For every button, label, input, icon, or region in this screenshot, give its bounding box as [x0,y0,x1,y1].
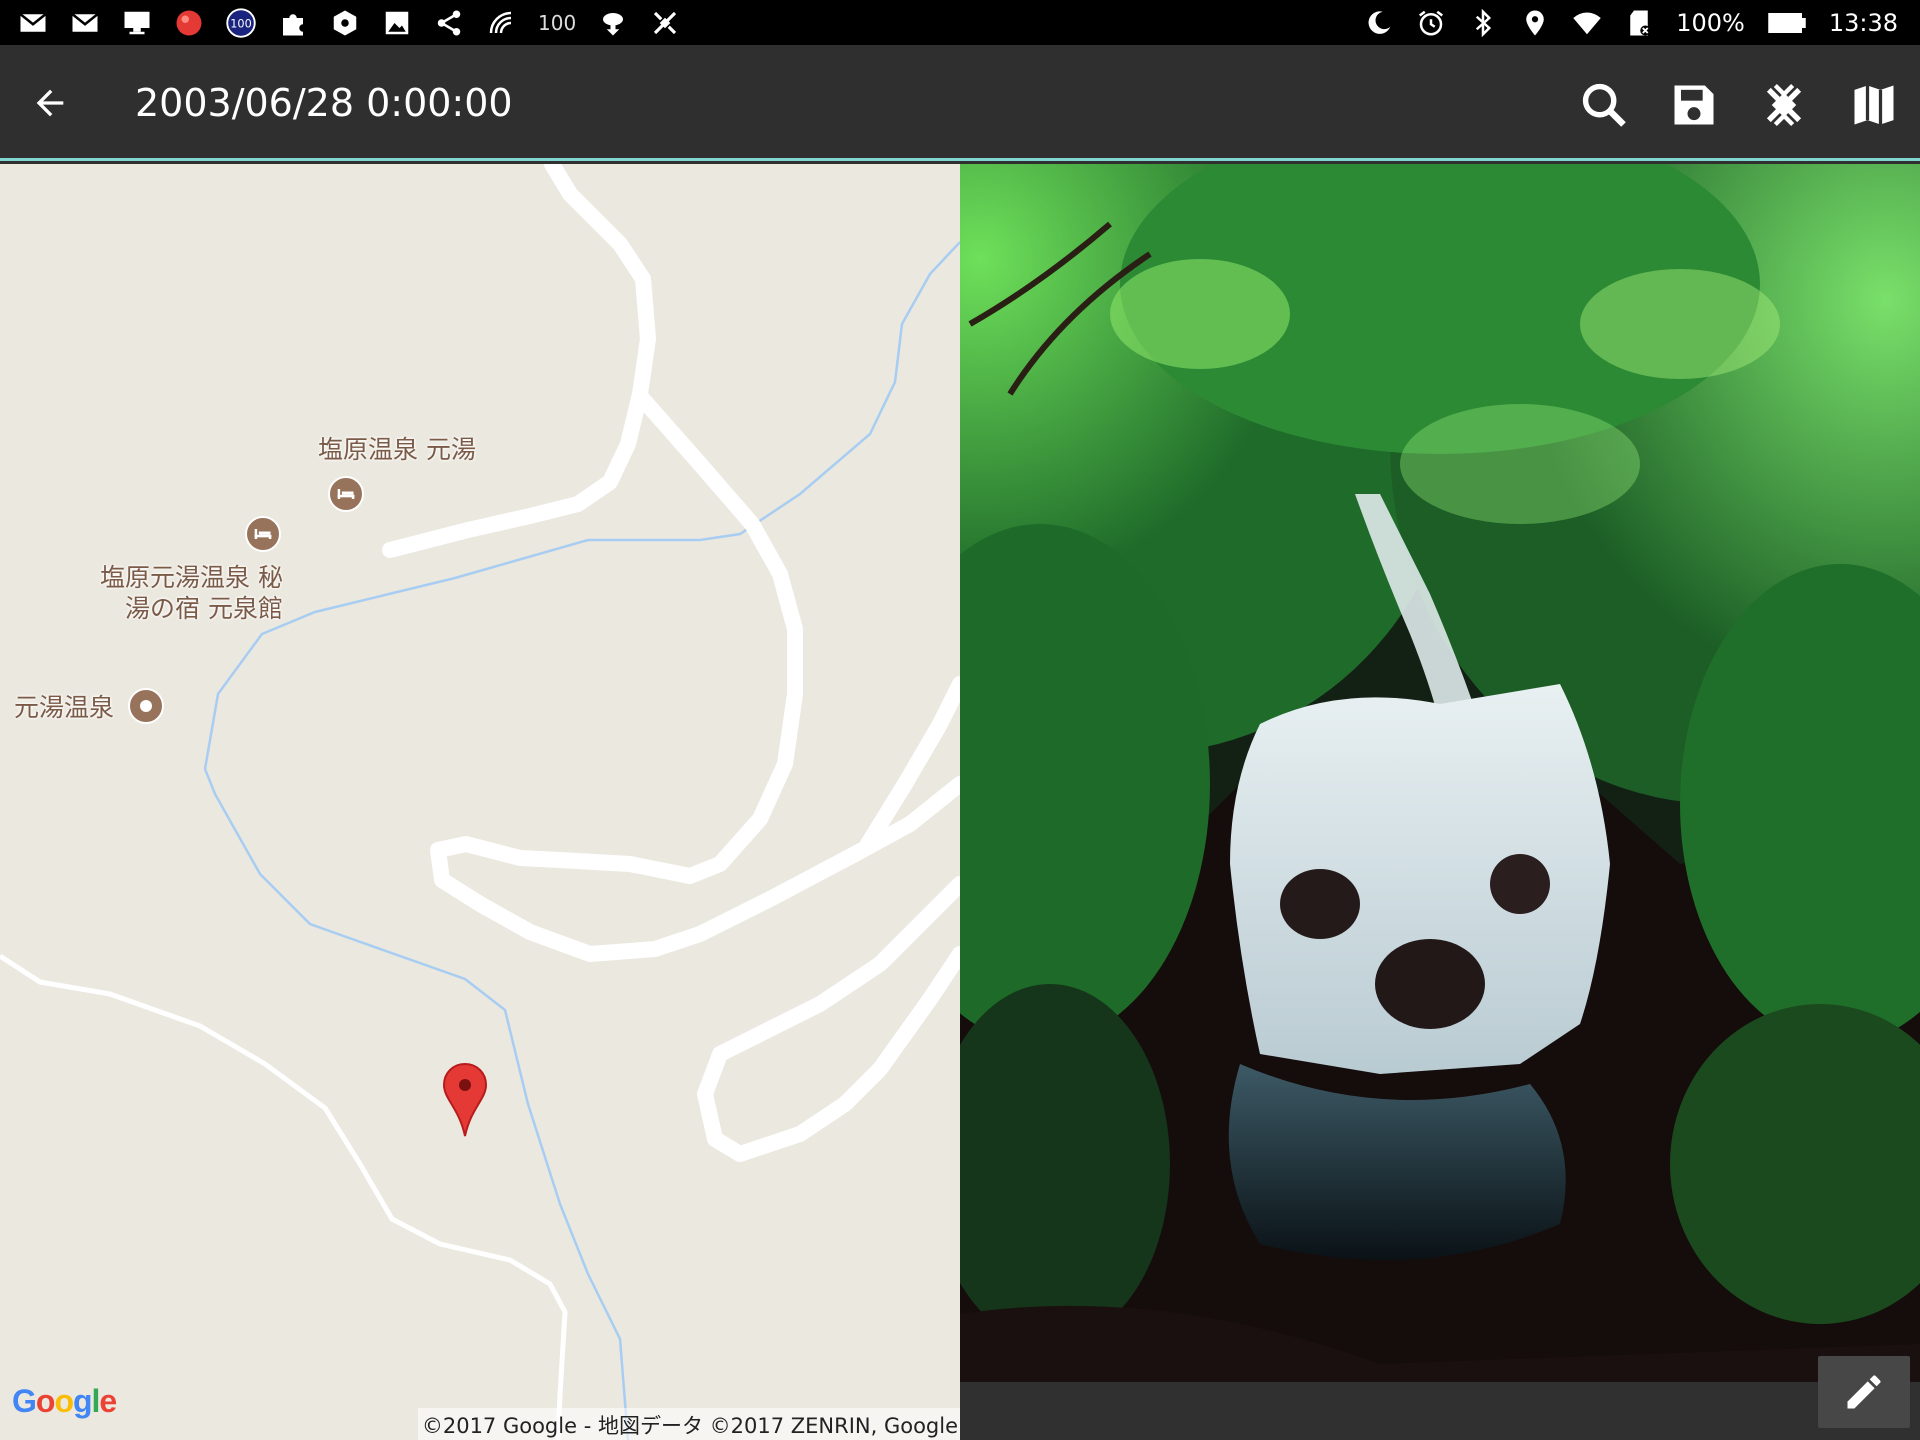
satellite-icon [650,8,680,38]
waterfall-forest-photo[interactable] [960,164,1920,1382]
clock: 13:38 [1828,8,1898,37]
dot-icon [140,700,152,712]
hexagon-icon [330,8,360,38]
gps-off-button[interactable] [1754,75,1814,135]
badge-100-icon: 100 [226,7,256,38]
save-button[interactable] [1664,75,1724,135]
search-icon [1582,83,1626,127]
poi-label-line: 湯の宿 元泉館 [125,594,283,623]
back-button[interactable] [22,75,78,131]
cloud-download-icon [598,8,628,38]
page-title: 2003/06/28 0:00:00 [135,81,513,125]
map-icon [1854,85,1894,125]
map-button[interactable] [1844,75,1904,135]
google-logo-letter: o [35,1383,56,1419]
location-pin-marker[interactable] [442,1062,488,1142]
poi-label-line: 塩原元湯温泉 秘 [100,563,283,592]
save-icon [1674,85,1714,125]
hotel-poi-marker[interactable] [245,516,281,552]
status-bar: 100 100 100% 13:38 [0,0,1920,45]
google-logo: Google [12,1383,117,1420]
signal-wave-icon [486,8,516,38]
pencil-icon [1847,1375,1881,1409]
sd-card-icon [1624,8,1654,38]
gmail-icon [18,8,48,38]
map-roads [0,164,960,1440]
poi-label-motoyu-onsen[interactable]: 元湯温泉 [14,692,114,723]
poi-label-shiobara-motoyu[interactable]: 塩原温泉 元湯 [318,434,476,465]
battery-icon [1767,8,1807,38]
gmail-icon [70,8,100,38]
map-pin-icon [442,1062,488,1137]
poi-dot-marker[interactable] [128,688,164,724]
location-icon [1520,8,1550,38]
gps-off-icon [1766,83,1802,127]
google-logo-letter: G [12,1383,37,1419]
bed-icon [337,489,355,499]
app-toolbar: 2003/06/28 0:00:00 [0,45,1920,161]
bed-icon [254,529,272,539]
wifi-icon [1572,8,1602,38]
moon-icon [1364,8,1394,38]
hotel-poi-marker[interactable] [328,476,364,512]
photo-image [960,164,1920,1382]
signal-text: 100 [538,10,577,35]
svg-text:100: 100 [230,17,251,30]
google-logo-letter: o [54,1383,74,1419]
battery-percent: 100% [1676,8,1745,37]
map-copyright: ©2017 Google - 地図データ ©2017 ZENRIN, Googl… [417,1408,960,1440]
bluetooth-icon [1468,8,1498,38]
toolbar-accent-line [0,158,1920,161]
search-button[interactable] [1574,75,1634,135]
google-logo-letter: g [72,1383,93,1419]
image-icon [382,8,412,38]
puzzle-icon [278,8,308,38]
arrow-back-icon [36,89,64,117]
edit-button[interactable] [1818,1356,1910,1428]
alarm-icon [1416,8,1446,38]
map-view[interactable]: 塩原温泉 元湯 塩原元湯温泉 秘 湯の宿 元泉館 元湯温泉 Google ©20… [0,164,960,1440]
red-ball-icon [174,8,204,38]
google-logo-letter: e [99,1383,117,1419]
share-icon [434,8,464,38]
poi-label-genseikan[interactable]: 塩原元湯温泉 秘 湯の宿 元泉館 [98,562,283,624]
desktop-icon [122,8,152,38]
photo-bottom-bar [960,1382,1920,1440]
